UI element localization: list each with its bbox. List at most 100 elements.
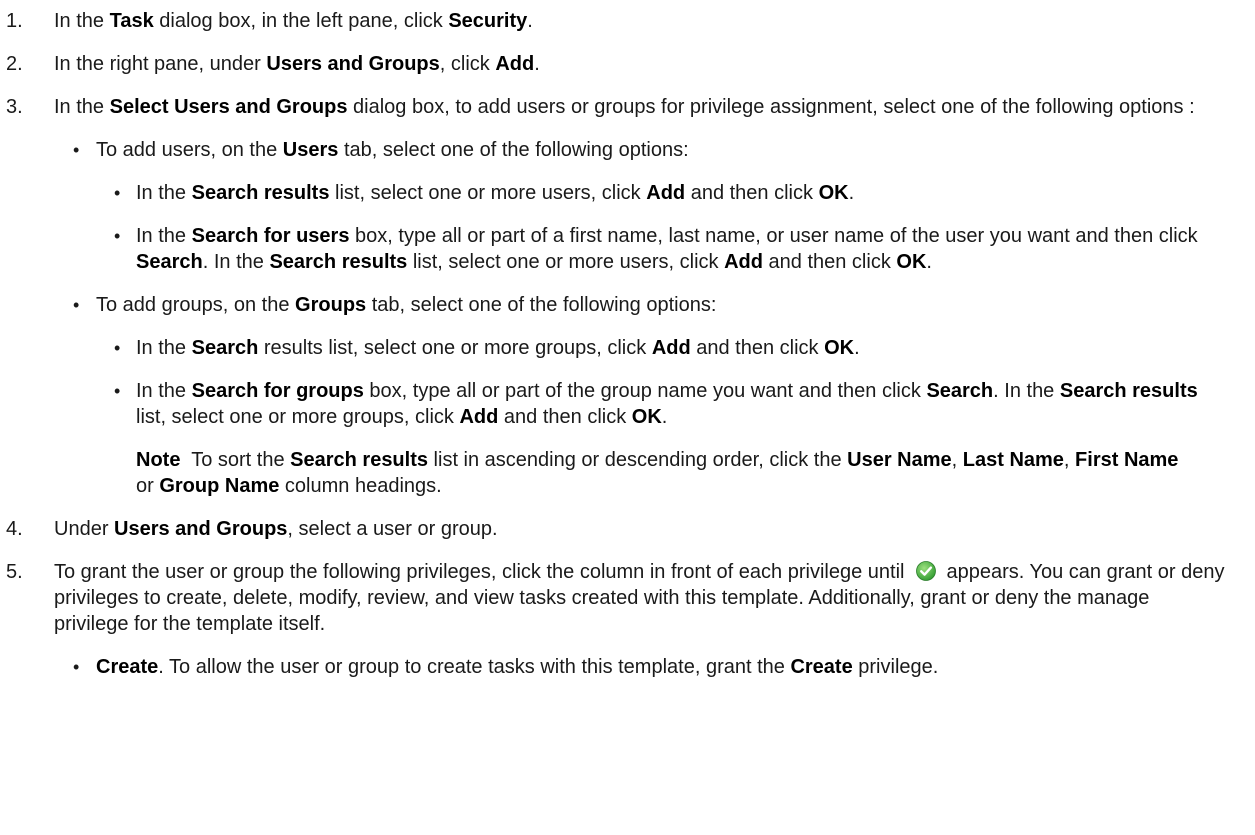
ui-term: Search for users [191,225,350,247]
text: To add groups, on the [96,294,296,316]
bullet: • [114,226,121,246]
text: privilege. [852,656,939,678]
groups-option-2: • In the Search for groups box, type all… [0,378,1255,430]
text: and then click [498,406,632,428]
ui-term: Search results [269,251,408,273]
bullet: • [73,657,80,677]
text: . [848,182,855,204]
text: , select a user or group. [287,518,498,540]
text: dialog box, to add users or groups for p… [347,96,1195,118]
ui-term: Search [926,380,994,402]
text: column headings. [279,475,442,497]
privilege-create: • Create. To allow the user or group to … [0,654,1255,680]
ui-term: Add [459,406,499,428]
text: Under [54,518,115,540]
ui-term: Search results [290,449,428,471]
ui-term: OK [631,406,662,428]
text: list, select one or more users, click [407,251,725,273]
ui-term-users-tab: Users [282,139,339,161]
groups-option-1: • In the Search results list, select one… [0,335,1255,361]
bullet: • [73,295,80,315]
step-4: 4. Under Users and Groups, select a user… [0,516,1255,542]
text: and then click [690,337,825,359]
ui-term-select-users-and-groups: Select Users and Groups [109,96,348,118]
step-1: 1. In the Task dialog box, in the left p… [0,8,1255,34]
ui-term: User Name [847,449,952,471]
text: In the [136,380,192,402]
ui-term: OK [896,251,927,273]
text: list in ascending or descending order, c… [428,449,848,471]
ui-term-users-and-groups: Users and Groups [114,518,288,540]
ui-term: Group Name [159,475,280,497]
users-option-2: • In the Search for users box, type all … [0,223,1255,275]
text: In the [136,182,192,204]
ui-term-users-and-groups: Users and Groups [266,53,440,75]
note-label: Note [136,449,181,471]
ui-term: Add [646,182,686,204]
text: In the right pane, under [54,53,267,75]
bullet: • [114,183,121,203]
text: To add users, on the [96,139,283,161]
text: . [534,53,540,75]
text: In the [136,225,192,247]
ui-term: Add [724,251,763,273]
ui-term: Add [651,337,691,359]
step-number: 1. [6,10,23,32]
step-number: 5. [6,561,23,583]
step-2: 2. In the right pane, under Users and Gr… [0,51,1255,77]
text: , [951,449,963,471]
bullet: • [114,338,121,358]
ui-term-create: Create [96,656,159,678]
ui-term: Search results [191,182,330,204]
text: list, select one or more users, click [329,182,647,204]
text: box, type all or part of a first name, l… [349,225,1198,247]
users-option: • To add users, on the Users tab, select… [0,137,1255,163]
text: . To allow the user or group to create t… [158,656,791,678]
text: , click [439,53,496,75]
ui-term-security: Security [448,10,528,32]
text: tab, select one of the following options… [338,139,689,161]
groups-option: • To add groups, on the Groups tab, sele… [0,292,1255,318]
text: or [136,475,160,497]
ui-term: First Name [1075,449,1179,471]
ui-term: Search results [1059,380,1198,402]
text: . [661,406,668,428]
ui-term: Search [136,251,203,273]
step-number: 3. [6,96,23,118]
check-icon [916,561,937,581]
text: and then click [685,182,819,204]
step-number: 2. [6,53,23,75]
text: , [1063,449,1076,471]
ui-term: Last Name [962,449,1064,471]
text: . [854,337,860,359]
ui-term-create: Create [790,656,853,678]
step-3: 3. In the Select Users and Groups dialog… [0,94,1255,120]
text: In the [54,10,110,32]
ui-term-add: Add [495,53,535,75]
step-5: 5. To grant the user or group the follow… [0,559,1255,637]
text: and then click [762,251,897,273]
instructions-page: 1. In the Task dialog box, in the left p… [0,0,1255,680]
note: Note To sort the Search results list in … [0,447,1255,499]
ui-term-groups-tab: Groups [295,294,367,316]
text: . [527,10,533,32]
text: . In the [993,380,1060,402]
text: tab, select one of the following options… [366,294,717,316]
ui-term: OK [824,337,855,359]
ui-term-task: Task [109,10,154,32]
bullet: • [73,140,80,160]
ui-term: Search [191,337,259,359]
text: results list, select one or more groups,… [258,337,652,359]
text: list, select one or more groups, click [136,406,460,428]
text: To grant the user or group the following… [54,561,905,583]
text: box, type all or part of the group name … [363,380,927,402]
text: In the [136,337,192,359]
text: In the [54,96,110,118]
users-option-1: • In the Search results list, select one… [0,180,1255,206]
text: To sort the [180,449,291,471]
step-number: 4. [6,518,23,540]
ui-term: OK [818,182,849,204]
text: . [926,251,932,273]
ui-term: Search for groups [191,380,364,402]
text: . In the [202,251,270,273]
